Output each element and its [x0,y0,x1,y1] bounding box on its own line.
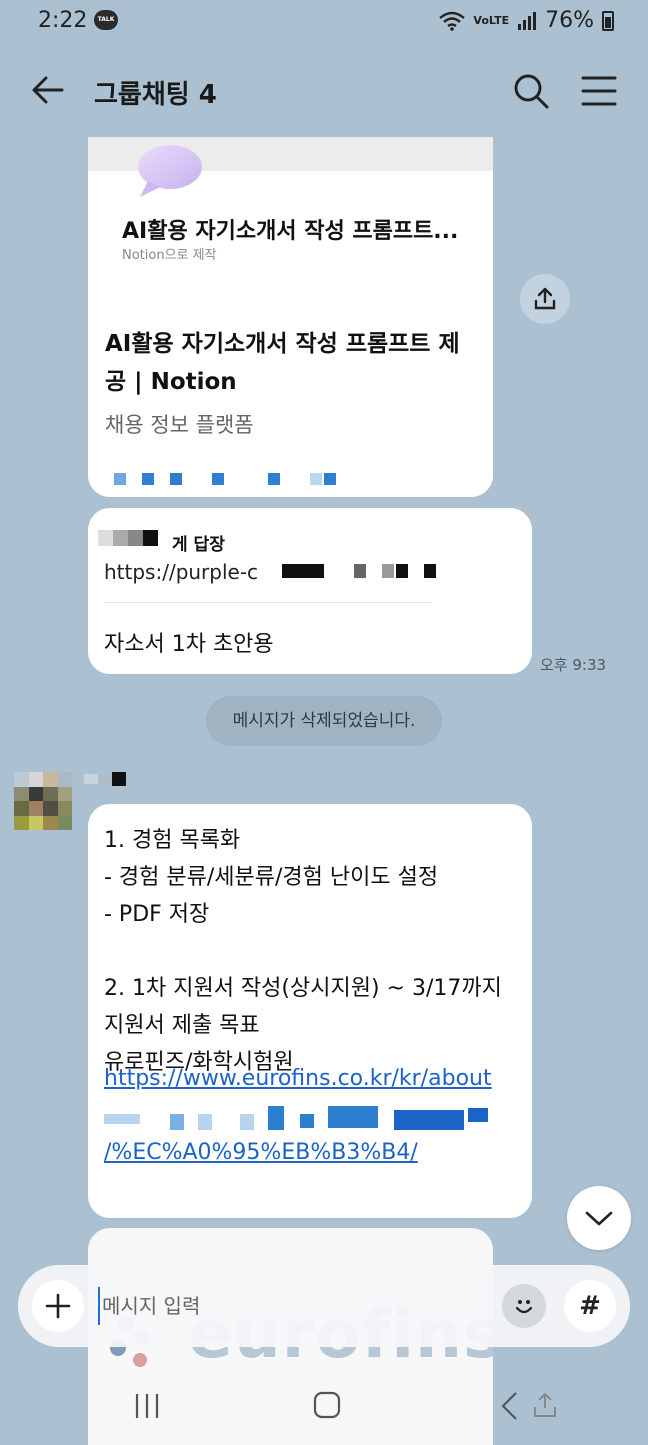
battery-percent: 76% [545,8,594,33]
redacted-url [282,564,436,578]
wifi-icon [439,11,466,31]
reply-to-label: 게 답장 [172,535,225,555]
battery-icon [602,10,614,31]
link-preview-card[interactable]: AI활용 자기소개서 작성 프롬프트... Notion으로 제작 AI활용 자… [88,137,493,497]
redacted-sender-name [84,772,126,786]
chat-header: 그룹채팅 4 [0,56,648,124]
notion-made-by: Notion으로 제작 [122,248,217,263]
home-icon[interactable] [312,1390,342,1420]
attach-button[interactable] [32,1280,84,1332]
chevron-down-icon [585,1211,613,1226]
system-nav-bar [0,1372,648,1445]
back-arrow-icon[interactable] [28,70,68,110]
reply-message-bubble[interactable]: 게 답장 https://purple-c 자소서 1차 초안용 [88,508,532,674]
share-icon [534,287,556,310]
emoji-icon [515,1300,533,1314]
nav-back-icon[interactable] [498,1390,520,1422]
avatar[interactable] [14,772,72,830]
message-text: 1. 경험 목록화 - 경험 분류/세분류/경험 난이도 설정 - PDF 저장… [104,828,502,1075]
redacted-url [88,453,493,497]
reply-divider [104,602,432,603]
link-title: AI활용 자기소개서 작성 프롬프트 제공 | Notion [105,331,460,395]
speech-bubble-icon [138,145,202,197]
message-time: 오후 9:33 [540,656,607,674]
redacted-name [98,530,158,546]
status-indicators: VoLTE 76% [439,8,614,33]
message-input[interactable] [98,1287,478,1325]
share-button[interactable] [520,274,570,324]
hashtag-button[interactable]: # [564,1280,616,1332]
scroll-to-bottom-button[interactable] [567,1186,631,1250]
signal-icon [518,11,537,30]
search-icon[interactable] [510,70,552,112]
message-link[interactable]: https://www.eurofins.co.kr/kr/about [104,1066,492,1091]
message-link-tail[interactable]: /%EC%A0%95%EB%B3%B4/ [104,1140,418,1165]
reply-text: 자소서 1차 초안용 [104,632,274,657]
notion-page-title: AI활용 자기소개서 작성 프롬프트... [122,219,459,244]
recent-apps-icon[interactable] [132,1392,162,1420]
link-description: 채용 정보 플랫폼 [105,413,254,437]
reply-quoted-url: https://purple-c [104,560,259,584]
status-bar: 2:22 TALK VoLTE 76% [0,0,648,44]
volte-indicator: VoLTE [473,14,510,27]
status-time: 2:22 [38,8,88,33]
kakaotalk-notification-icon: TALK [94,10,118,30]
text-message-bubble[interactable]: 1. 경험 목록화 - 경험 분류/세분류/경험 난이도 설정 - PDF 저장… [88,804,532,1218]
plus-icon [45,1293,71,1319]
emoji-button[interactable] [502,1284,546,1328]
share-icon[interactable] [530,1390,560,1420]
message-input-bar: # [18,1265,630,1347]
redacted-link [104,1100,504,1140]
chat-title: 그룹채팅 4 [94,80,217,110]
deleted-message-notice: 메시지가 삭제되었습니다. [206,696,442,746]
menu-icon[interactable] [578,70,620,112]
